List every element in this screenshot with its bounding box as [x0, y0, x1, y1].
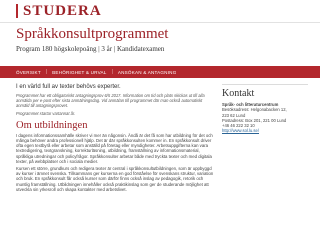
nav-separator: |: [45, 69, 48, 75]
lead-text: I en värld full av texter behövs experte…: [16, 84, 121, 90]
brand-bar: STUDERA: [0, 0, 320, 23]
page: STUDERA Språkkonsultprogrammet Program 1…: [0, 0, 320, 243]
brand-logo[interactable]: STUDERA: [23, 3, 102, 20]
body-paragraph: I dagens informationssamhälle skriver vi…: [16, 132, 213, 164]
contact-web-link[interactable]: http://www.sol.lu.se/: [222, 128, 308, 133]
admission-notice: Programmet har ett obligatoriskt antagni…: [16, 93, 205, 109]
main-column: I en värld full av texter behövs experte…: [16, 84, 214, 194]
contact-box: Kontakt Språk- och litteraturcentrum Bes…: [222, 84, 308, 194]
page-title: Språkkonsultprogrammet: [16, 26, 169, 42]
start-notice: Programmet startar vartannat år.: [16, 110, 76, 116]
title-block: Språkkonsultprogrammet Program 180 högsk…: [0, 23, 320, 66]
nav-item-behorighet[interactable]: Behörighet & urval: [52, 70, 106, 75]
program-nav: Översikt | Behörighet & urval | Ansökan …: [0, 66, 320, 78]
nav-item-oversikt[interactable]: Översikt: [16, 70, 41, 75]
nav-separator: |: [111, 69, 113, 75]
section-heading: Om utbildningen: [16, 119, 88, 131]
nav-item-ansokan[interactable]: Ansökan & antagning: [118, 70, 177, 75]
brand-rule: [16, 4, 18, 18]
content: I en värld full av texter behövs experte…: [0, 78, 320, 194]
body-paragraph: Kursen ett större, grundkurs och rediger…: [16, 166, 214, 192]
page-subtitle: Program 180 högskolepoäng | 3 år | Kandi…: [16, 45, 165, 53]
contact-heading: Kontakt: [222, 88, 255, 99]
